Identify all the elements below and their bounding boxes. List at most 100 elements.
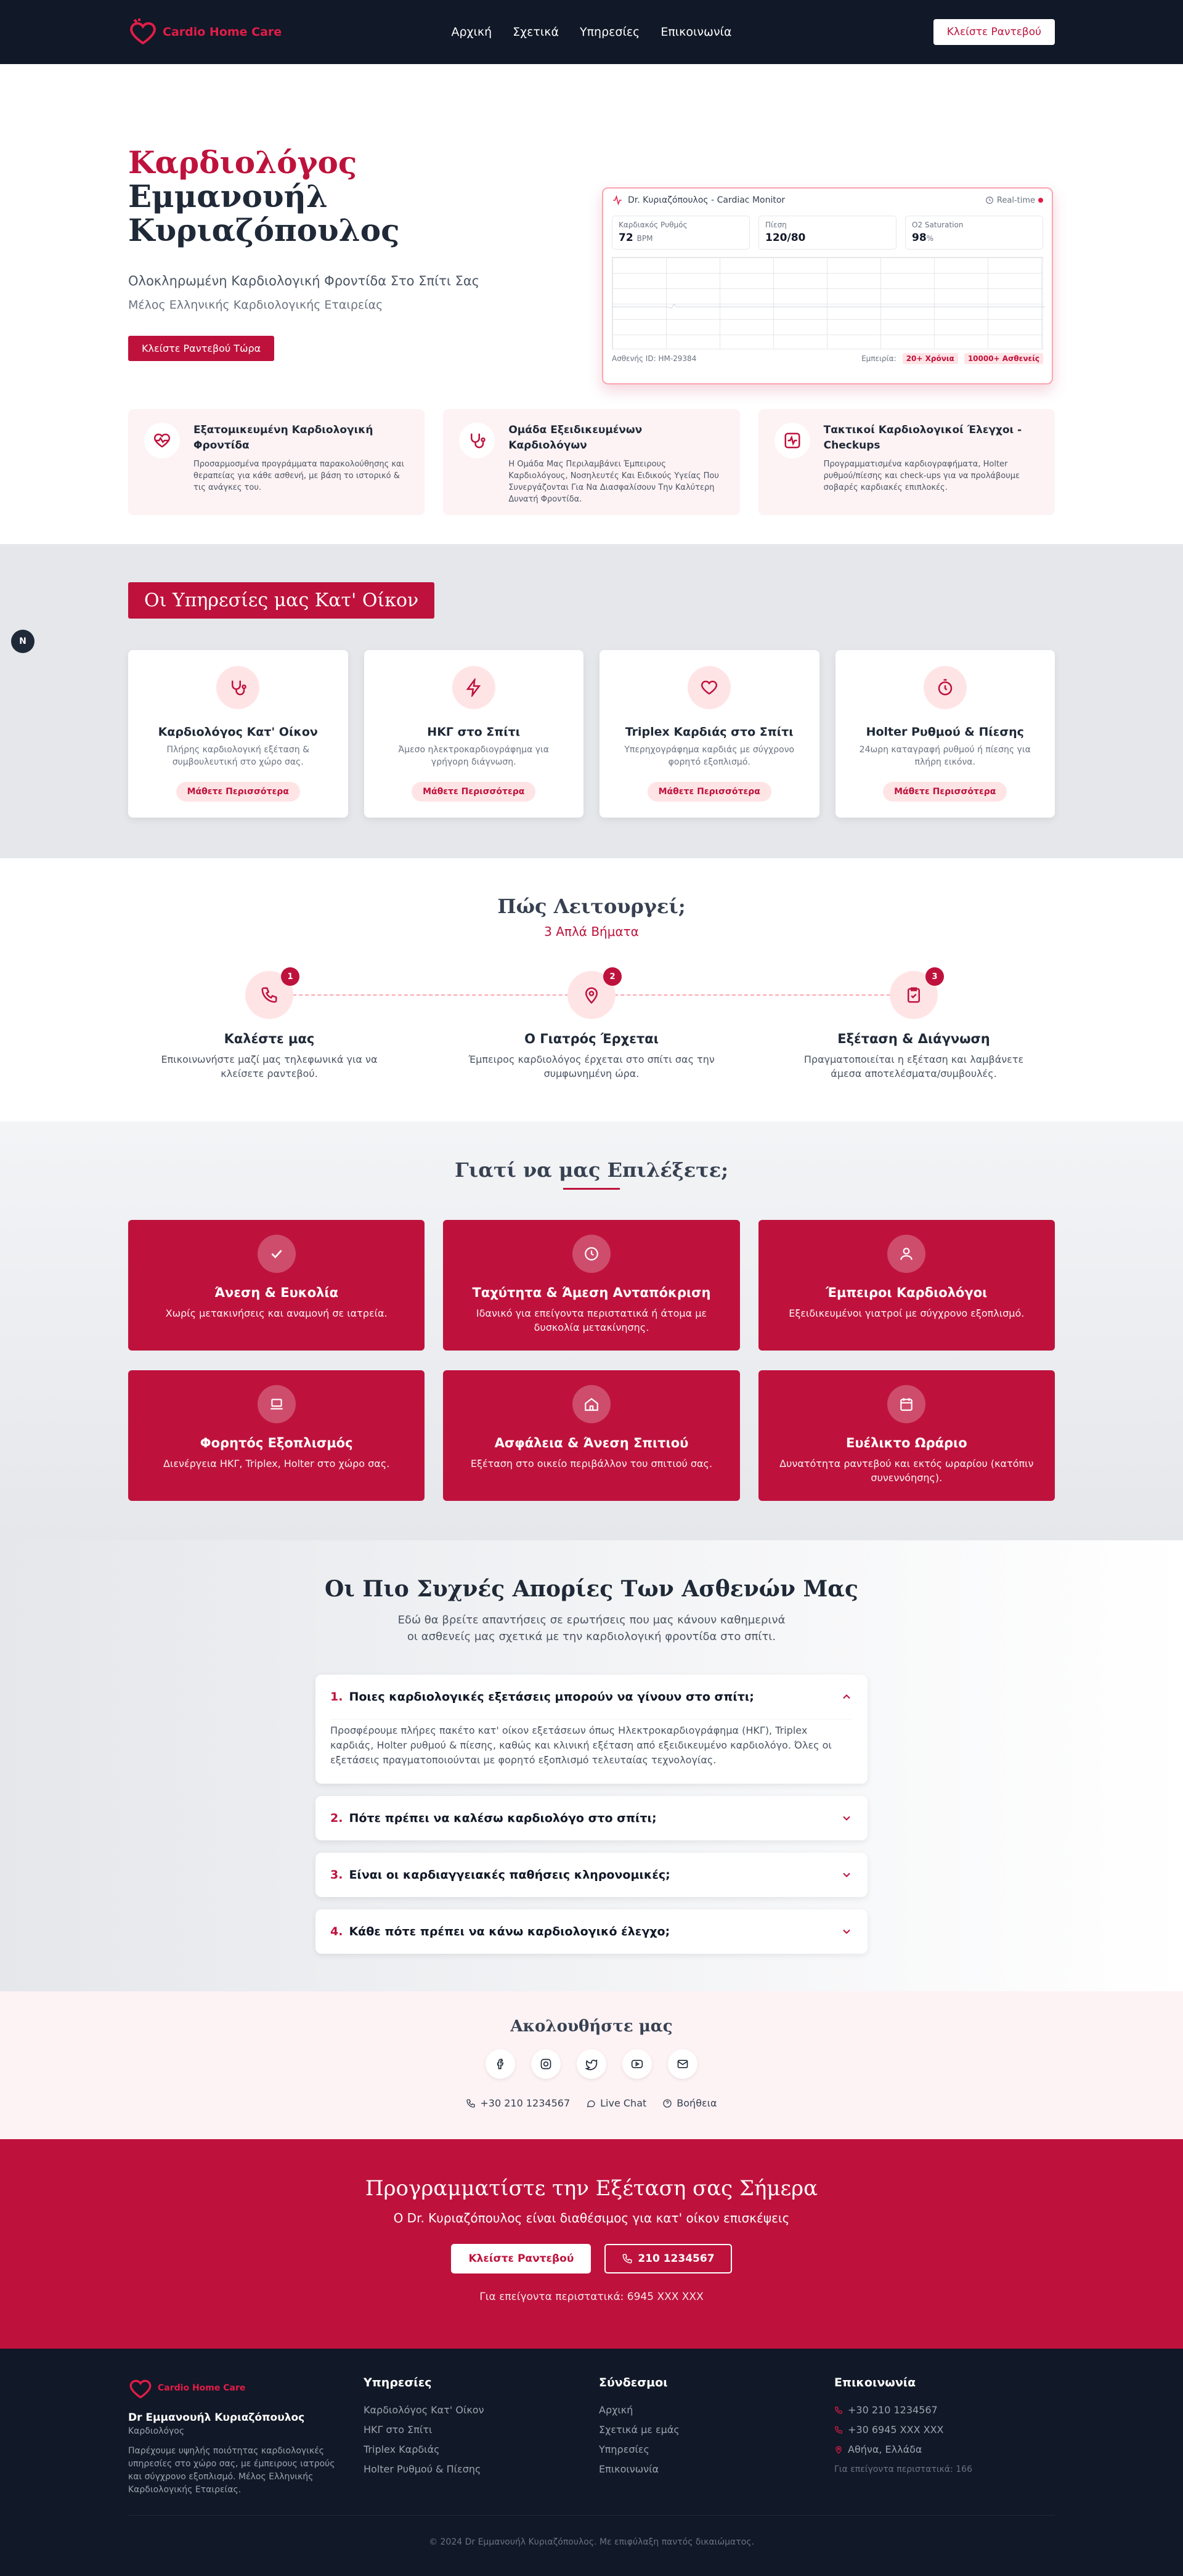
- faq-number: 2.: [330, 1811, 343, 1825]
- why-underline: [563, 1188, 620, 1190]
- faq-question[interactable]: 1. Ποιες καρδιολογικές εξετάσεις μπορούν …: [330, 1675, 853, 1719]
- learn-more-button[interactable]: Μάθετε Περισσότερα: [412, 782, 536, 802]
- feature-card: Εξατομικευμένη Καρδιολογική Φροντίδα Προσ…: [128, 409, 425, 515]
- faq-question[interactable]: 3. Είναι οι καρδιαγγειακές παθήσεις κληρο…: [330, 1853, 853, 1897]
- help-link[interactable]: Βοήθεια: [662, 2097, 717, 2109]
- footer-emergency: Για επείγοντα περιστατικά: 166: [834, 2464, 972, 2474]
- faq-question[interactable]: 2. Πότε πρέπει να καλέσω καρδιολόγο στο σ…: [330, 1796, 853, 1840]
- activity-icon: [613, 195, 622, 206]
- feature-title: Ομάδα Εξειδικευμένων Καρδιολόγων: [508, 424, 643, 452]
- chat-icon: [587, 2100, 595, 2107]
- learn-more-button[interactable]: Μάθετε Περισσότερα: [176, 782, 300, 802]
- facebook-icon[interactable]: [486, 2049, 515, 2079]
- stat-heart-rate: Καρδιακός Ρυθμός 72 BPM: [612, 216, 750, 250]
- faq-item: 4. Κάθε πότε πρέπει να κάνω καρδιολογικό …: [315, 1909, 868, 1954]
- faq-question-text: Πότε πρέπει να καλέσω καρδιολόγο στο σπί…: [349, 1811, 657, 1825]
- stat-value: 120/80: [765, 232, 806, 244]
- why-card-title: Άνεση & Ευκολία: [214, 1285, 339, 1300]
- why-card-title: Έμπειροι Καρδιολόγοι: [826, 1285, 988, 1300]
- stat-o2-saturation: O2 Saturation 98%: [905, 216, 1043, 250]
- step-text: Πραγματοποιείται η εξέταση και λαμβάνετε…: [803, 1054, 1024, 1079]
- mail-icon[interactable]: [668, 2049, 697, 2079]
- footer-phone[interactable]: +30 210 1234567: [834, 2400, 1044, 2420]
- faq-subtitle: Εδώ θα βρείτε απαντήσεις σε ερωτήσεις πο…: [397, 1614, 786, 1643]
- service-text: Υπερηχογράφημα καρδιάς με σύγχρονο φορητ…: [624, 745, 795, 767]
- footer-links: Σύνδεσμοι Αρχική Σχετικά με εμάς Υπηρεσί…: [599, 2376, 808, 2479]
- stat-value: 72: [619, 232, 633, 244]
- footer-mobile[interactable]: +30 6945 XXX XXX: [834, 2420, 1044, 2440]
- learn-more-button[interactable]: Μάθετε Περισσότερα: [883, 782, 1007, 802]
- youtube-icon[interactable]: [622, 2049, 652, 2079]
- heart-logo-icon: [129, 2379, 152, 2399]
- service-card: ΗΚΓ στο Σπίτι Άμεσο ηλεκτροκαρδιογράφημα…: [364, 650, 583, 818]
- footer-doctor-role: Καρδιολόγος: [128, 2426, 185, 2436]
- service-text: Άμεσο ηλεκτροκαρδιογράφημα για γρήγορη δ…: [398, 745, 550, 767]
- realtime-label: Real-time: [996, 195, 1035, 205]
- footer-logo-text: Cardio Home Care: [158, 2383, 246, 2393]
- footer-service-link[interactable]: Καρδιολόγος Κατ' Οίκον: [364, 2400, 573, 2420]
- top-nav: Cardio Home Care Αρχική Σχετικά Υπηρεσίε…: [0, 0, 1183, 64]
- footer-link[interactable]: Επικοινωνία: [599, 2460, 808, 2479]
- learn-more-button[interactable]: Μάθετε Περισσότερα: [647, 782, 771, 802]
- floating-badge[interactable]: N: [11, 630, 35, 653]
- stat-value: 98: [912, 232, 927, 244]
- why-card: Άνεση & Ευκολία Χωρίς μετακινήσεις και αν…: [128, 1220, 425, 1351]
- service-text: Πλήρης καρδιολογική εξέταση & συμβουλευτ…: [166, 745, 309, 767]
- feature-card: Τακτικοί Καρδιολογικοί Έλεγχοι - Checkup…: [758, 409, 1055, 515]
- footer-link[interactable]: Αρχική: [599, 2400, 808, 2420]
- nav-book-button[interactable]: Κλείστε Ραντεβού: [933, 19, 1055, 45]
- hero-title-rest: Εμμανουήλ Κυριαζόπουλος: [128, 178, 400, 248]
- cta-call-label: 210 1234567: [638, 2253, 715, 2265]
- footer-logo[interactable]: Cardio Home Care: [128, 2376, 338, 2400]
- step-number: 3: [925, 967, 944, 986]
- nav-link-contact[interactable]: Επικοινωνία: [661, 25, 731, 39]
- footer-links-title: Σύνδεσμοι: [599, 2376, 668, 2389]
- faq-number: 4.: [330, 1925, 343, 1938]
- hero-book-button[interactable]: Κλείστε Ραντεβού Τώρα: [128, 336, 275, 361]
- footer-link[interactable]: Σχετικά με εμάς: [599, 2420, 808, 2440]
- cta-buttons: Κλείστε Ραντεβού 210 1234567: [0, 2244, 1183, 2273]
- clock-icon: [986, 197, 993, 204]
- why-card-title: Ασφάλεια & Άνεση Σπιτιού: [494, 1436, 689, 1450]
- service-text: 24ωρη καταγραφή ρυθμού ή πίεσης για πλήρ…: [859, 745, 1031, 767]
- faq-number: 1.: [330, 1690, 343, 1704]
- nav-link-about[interactable]: Σχετικά: [513, 25, 559, 39]
- faq-question[interactable]: 4. Κάθε πότε πρέπει να κάνω καρδιολογικό …: [330, 1909, 853, 1954]
- how-subtitle: 3 Απλά Βήματα: [544, 924, 639, 939]
- footer-link[interactable]: Υπηρεσίες: [599, 2440, 808, 2460]
- monitor-stats: Καρδιακός Ρυθμός 72 BPM Πίεση 120/80 O2 Sa…: [612, 216, 1043, 250]
- monitor-header: Dr. Κυριαζόπουλος - Cardiac Monitor Real…: [612, 195, 1043, 206]
- nav-link-services[interactable]: Υπηρεσίες: [580, 25, 640, 39]
- footer-divider: [128, 2515, 1055, 2516]
- footer-location: Αθήνα, Ελλάδα: [834, 2440, 1044, 2460]
- twitter-icon[interactable]: [577, 2049, 606, 2079]
- footer-service-link[interactable]: Holter Ρυθμού & Πίεσης: [364, 2460, 573, 2479]
- phone-link[interactable]: +30 210 1234567: [466, 2097, 570, 2109]
- live-chat-link[interactable]: Live Chat: [586, 2097, 646, 2109]
- stethoscope-icon: [216, 666, 260, 709]
- cta-emergency: Για επείγοντα περιστατικά: 6945 XXX XXX: [479, 2291, 704, 2303]
- service-cards: Καρδιολόγος Κατ' Οίκον Πλήρης καρδιολογι…: [128, 650, 1055, 818]
- services-title: Οι Υπηρεσίες μας Κατ' Οίκον: [128, 582, 435, 619]
- footer-doctor-name: Dr Εμμανουήλ Κυριαζόπουλος: [128, 2411, 305, 2424]
- feature-text: Προγραμματισμένα καρδιογραφήματα, Holter…: [823, 460, 1020, 492]
- phone-icon: 1: [245, 967, 299, 1019]
- instagram-icon[interactable]: [531, 2049, 561, 2079]
- why-card: Ασφάλεια & Άνεση Σπιτιού Εξέταση στο οικε…: [443, 1370, 740, 1501]
- service-title: ΗΚΓ στο Σπίτι: [427, 725, 521, 739]
- how-title: Πώς Λειτουργεί;: [497, 895, 686, 918]
- cta-call-button[interactable]: 210 1234567: [604, 2244, 732, 2273]
- faq-item: 1. Ποιες καρδιολογικές εξετάσεις μπορούν …: [315, 1675, 868, 1784]
- feature-text: Η Ομάδα Μας Περιλαμβάνει Έμπειρους Καρδι…: [508, 460, 719, 504]
- nav-link-home[interactable]: Αρχική: [451, 25, 492, 39]
- cta-book-button[interactable]: Κλείστε Ραντεβού: [451, 2244, 592, 2273]
- stat-label: O2 Saturation: [912, 221, 964, 229]
- footer-service-link[interactable]: Triplex Καρδιάς: [364, 2440, 573, 2460]
- footer: Cardio Home Care Dr Εμμανουήλ Κυριαζόπου…: [0, 2349, 1183, 2576]
- logo[interactable]: Cardio Home Care: [128, 17, 282, 47]
- faq-list: 1. Ποιες καρδιολογικές εξετάσεις μπορούν …: [315, 1675, 868, 1966]
- footer-service-link[interactable]: ΗΚΓ στο Σπίτι: [364, 2420, 573, 2440]
- social-icons: [0, 2049, 1183, 2079]
- faq-question-text: Είναι οι καρδιαγγειακές παθήσεις κληρονο…: [349, 1868, 670, 1882]
- why-cards: Άνεση & Ευκολία Χωρίς μετακινήσεις και αν…: [128, 1220, 1055, 1501]
